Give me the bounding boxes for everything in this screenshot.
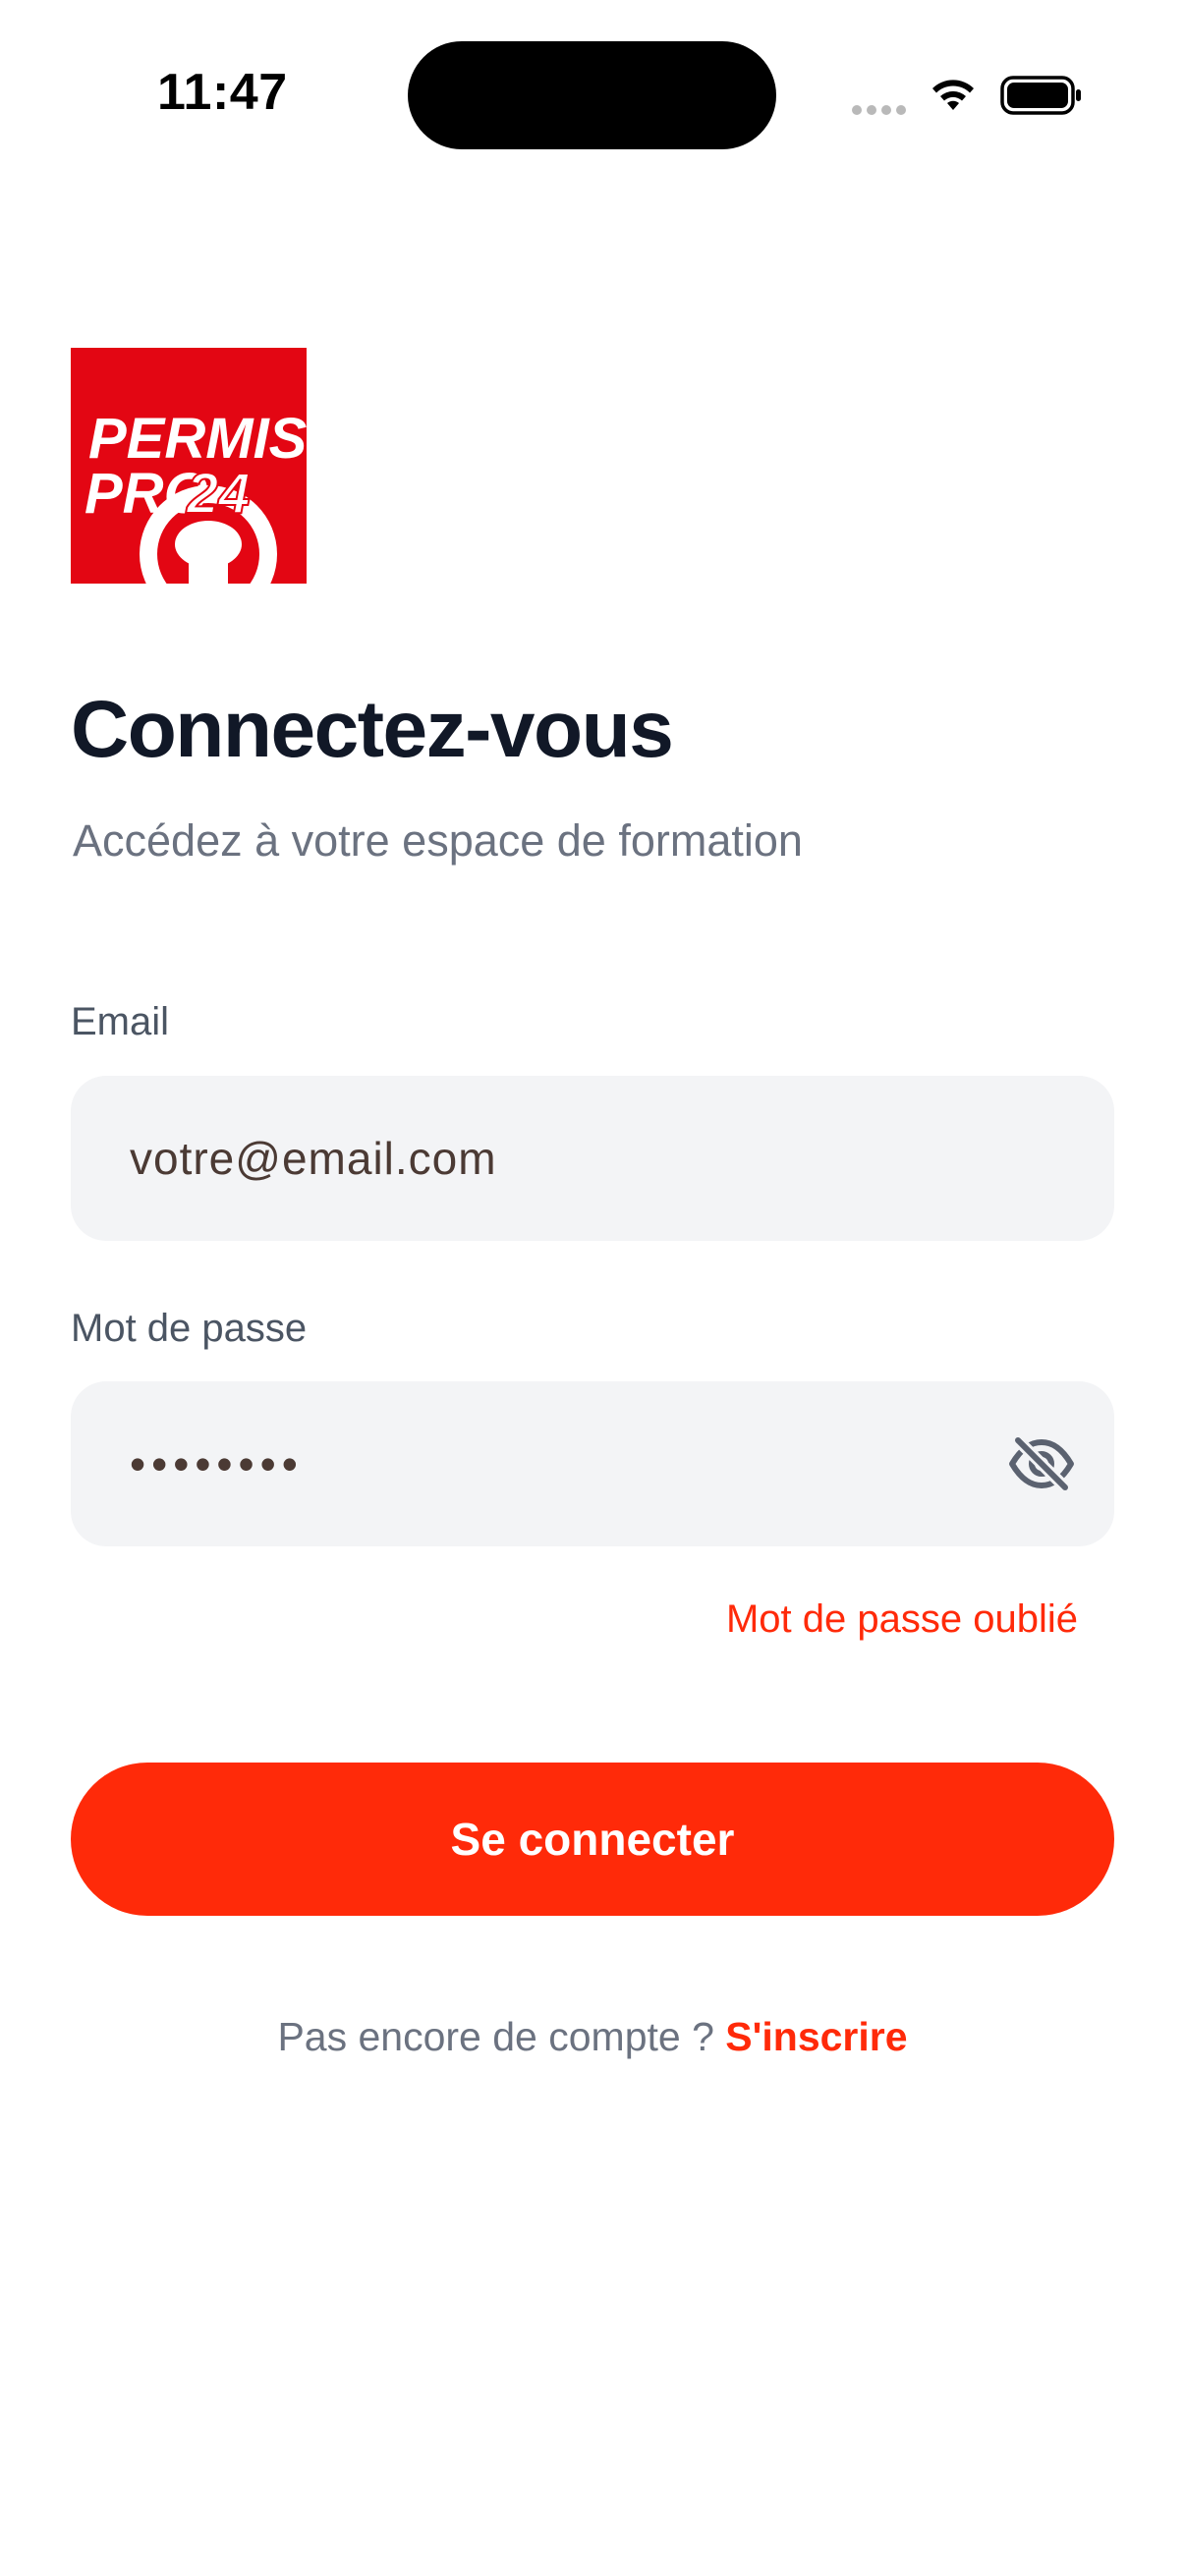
login-screen: 11:47 PERMIS PRO 24 Connectez-vous Accéd… — [0, 0, 1185, 2576]
email-label: Email — [71, 1000, 170, 1043]
battery-icon — [1000, 76, 1081, 115]
status-time: 11:47 — [157, 64, 288, 121]
email-input[interactable] — [71, 1076, 1114, 1241]
login-button[interactable]: Se connecter — [71, 1763, 1114, 1916]
status-bar: 11:47 — [0, 0, 1185, 177]
cellular-signal-icon — [852, 105, 906, 115]
password-label: Mot de passe — [71, 1307, 308, 1350]
password-field-container — [71, 1381, 1114, 1546]
brand-logo: PERMIS PRO 24 — [71, 348, 307, 584]
signup-prompt: Pas encore de compte ? S'inscrire — [0, 2014, 1185, 2060]
signup-link[interactable]: S'inscrire — [725, 2014, 907, 2059]
forgot-password-link[interactable]: Mot de passe oublié — [726, 1597, 1078, 1642]
dynamic-island — [408, 41, 776, 149]
page-subtitle: Accédez à votre espace de formation — [73, 815, 803, 866]
page-title: Connectez-vous — [71, 685, 674, 774]
logo-number: 24 — [186, 462, 251, 526]
password-input[interactable] — [71, 1381, 1114, 1546]
eye-off-icon[interactable] — [1006, 1428, 1077, 1499]
wifi-icon — [932, 80, 974, 110]
signup-prompt-text: Pas encore de compte ? — [277, 2014, 726, 2059]
email-field-container — [71, 1076, 1114, 1241]
